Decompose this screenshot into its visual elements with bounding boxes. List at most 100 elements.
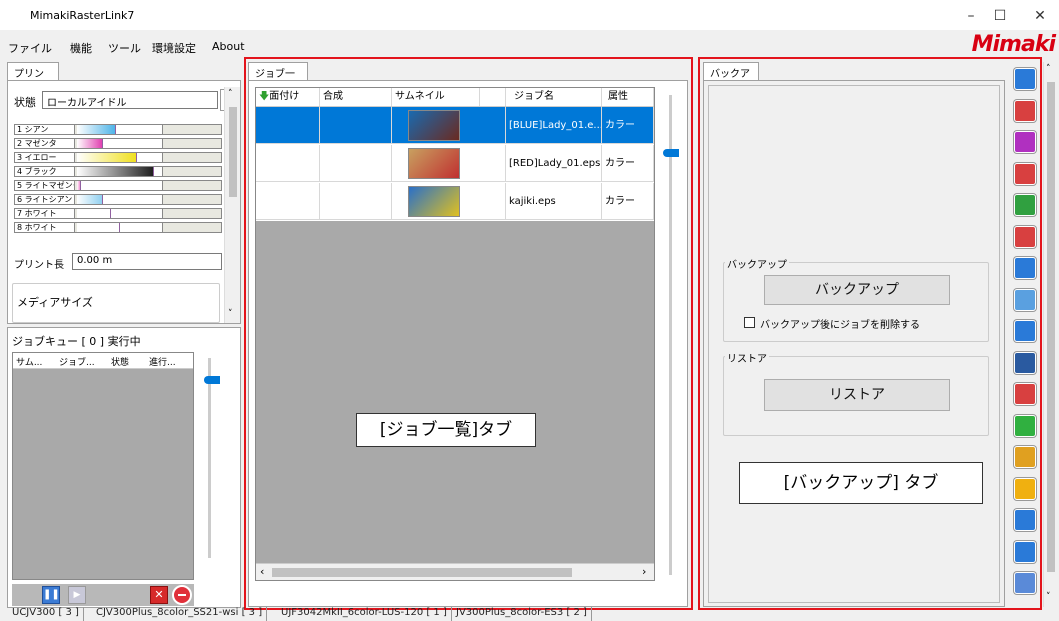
zoom-slider-handle[interactable] bbox=[663, 149, 679, 157]
job-row[interactable]: kajiki.eps カラー bbox=[256, 183, 654, 220]
pause-icon[interactable]: ❚❚ bbox=[42, 586, 60, 604]
duplicate-icon[interactable] bbox=[1014, 509, 1036, 531]
scroll-left-icon[interactable]: ‹ bbox=[260, 565, 264, 578]
ink-level-bar bbox=[77, 209, 163, 218]
job-row[interactable]: [BLUE]Lady_01.e... カラー bbox=[256, 107, 654, 144]
ink-level-fill bbox=[77, 181, 81, 190]
play-icon[interactable]: ▶ bbox=[68, 586, 86, 604]
ink-list: 1 シアン 2 マゼンタ 3 イエロー 4 ブラック 5 ライトマゼンタ 6 ライトシアン… bbox=[14, 124, 222, 254]
ink-row: 6 ライトシアン bbox=[14, 194, 222, 205]
transfer-icon[interactable] bbox=[1014, 540, 1036, 563]
printer-scrollbar[interactable]: ˄ ˅ bbox=[224, 87, 240, 323]
menu-function[interactable]: 機能 bbox=[70, 40, 92, 56]
printer-tab[interactable]: CJV300Plus_8color_SS21-wsi [ 3 ] bbox=[92, 607, 268, 621]
job-thumbnail bbox=[408, 148, 460, 179]
menu-settings[interactable]: 環境設定 bbox=[152, 40, 196, 56]
scroll-right-icon[interactable]: › bbox=[642, 565, 646, 578]
job-queue-panel: ジョブキュー [ 0 ] 実行中 サム... ジョブ... 状態 進行... ❚… bbox=[7, 327, 241, 608]
queue-toolbar: ❚❚ ▶ ✕ bbox=[12, 584, 194, 606]
job-rows: [BLUE]Lady_01.e... カラー [RED]Lady_01.eps カラー… bbox=[256, 107, 654, 221]
col-thumbnail[interactable]: サムネイル bbox=[392, 88, 480, 106]
col-attribute[interactable]: 属性 bbox=[602, 88, 654, 106]
queue-col-thumb[interactable]: サム... bbox=[16, 355, 42, 368]
scroll-thumb[interactable] bbox=[229, 107, 237, 197]
favorite-icon[interactable] bbox=[1014, 477, 1036, 500]
zoom-slider-track bbox=[669, 95, 672, 575]
tab-job-list[interactable]: ジョブ一覧 bbox=[248, 62, 308, 95]
job-attribute: カラー bbox=[602, 107, 654, 144]
menu-about[interactable]: About bbox=[212, 40, 245, 53]
minimize-button[interactable]: – bbox=[956, 6, 986, 26]
ink-row: 1 シアン bbox=[14, 124, 222, 135]
tab-printer[interactable]: プリンタ bbox=[7, 62, 59, 95]
printer-tab[interactable]: UJF3042MkII_6color-LUS-120 [ 1 ] bbox=[277, 607, 452, 621]
queue-icon[interactable] bbox=[1014, 131, 1036, 153]
backup-button[interactable]: バックアップ bbox=[764, 275, 950, 305]
job-attribute: カラー bbox=[602, 145, 654, 182]
delete-after-backup-label: バックアップ後にジョブを削除する bbox=[760, 320, 920, 331]
frame-icon[interactable] bbox=[1014, 194, 1036, 216]
sidebar-scrollbar[interactable]: ˄ ˅ bbox=[1043, 62, 1057, 607]
trash-icon[interactable] bbox=[1014, 572, 1036, 594]
job-row[interactable]: [RED]Lady_01.eps カラー bbox=[256, 145, 654, 182]
color-icon[interactable] bbox=[1014, 446, 1036, 468]
hscroll-thumb[interactable] bbox=[272, 568, 572, 577]
queue-col-progress[interactable]: 進行... bbox=[149, 355, 176, 368]
scroll-down-icon[interactable]: ˅ bbox=[228, 309, 233, 319]
recycle-icon[interactable] bbox=[1014, 414, 1036, 437]
info-icon[interactable] bbox=[1014, 68, 1036, 90]
job-grid[interactable]: 🡇面付け 合成 サムネイル ジョブ名 属性 [BLUE]Lady_01.e...… bbox=[255, 87, 655, 581]
ink-level-bar bbox=[77, 153, 163, 162]
menu-tools[interactable]: ツール bbox=[108, 40, 141, 56]
layout-icon[interactable] bbox=[1014, 162, 1036, 185]
delete-after-backup-checkbox[interactable] bbox=[744, 317, 755, 328]
sidebar-scroll-thumb[interactable] bbox=[1047, 82, 1055, 572]
close-button[interactable]: ✕ bbox=[1025, 6, 1055, 26]
job-thumbnail bbox=[408, 186, 460, 217]
cancel-job-icon[interactable]: ✕ bbox=[150, 586, 168, 604]
col-imposition[interactable]: 🡇面付け bbox=[256, 88, 320, 106]
ink-level-fill bbox=[77, 125, 116, 134]
go-icon[interactable] bbox=[1014, 320, 1036, 342]
ink-label: 8 ホワイト bbox=[15, 223, 75, 232]
star-job-icon[interactable] bbox=[1014, 351, 1036, 374]
print-icon[interactable] bbox=[1014, 225, 1036, 248]
ink-row: 3 イエロー bbox=[14, 152, 222, 163]
tab-backup[interactable]: バックアップ bbox=[703, 62, 759, 95]
ink-level-fill bbox=[77, 167, 154, 176]
ink-row: 2 マゼンタ bbox=[14, 138, 222, 149]
col-composite[interactable]: 合成 bbox=[320, 88, 392, 106]
queue-col-status[interactable]: 状態 bbox=[111, 355, 129, 368]
job-queue-list[interactable]: サム... ジョブ... 状態 進行... bbox=[12, 352, 194, 580]
ink-level-fill bbox=[77, 153, 137, 162]
backup-group-label: バックアップ bbox=[725, 256, 789, 271]
job-name: [RED]Lady_01.eps bbox=[506, 145, 602, 182]
maximize-button[interactable]: ☐ bbox=[985, 6, 1015, 26]
restore-group: リストア bbox=[723, 356, 989, 436]
sidebar-scroll-up-icon[interactable]: ˄ bbox=[1046, 64, 1051, 74]
printer-tab[interactable]: JV300Plus_8color-ES3 [ 2 ] bbox=[452, 607, 592, 621]
job-thumbnail bbox=[408, 110, 460, 141]
copy-icon[interactable] bbox=[1014, 288, 1036, 311]
scroll-up-icon[interactable]: ˄ bbox=[228, 89, 233, 99]
grid-icon[interactable] bbox=[1014, 257, 1036, 279]
settings-icon[interactable] bbox=[1014, 99, 1036, 122]
restore-button[interactable]: リストア bbox=[764, 379, 950, 411]
printer-tab[interactable]: UCJV300 [ 3 ] bbox=[8, 607, 84, 621]
job-cell bbox=[320, 145, 392, 182]
queue-col-job[interactable]: ジョブ... bbox=[59, 355, 95, 368]
ink-row: 5 ライトマゼンタ bbox=[14, 180, 222, 191]
job-grid-hscrollbar[interactable]: ‹ › bbox=[256, 563, 654, 580]
sidebar-scroll-down-icon[interactable]: ˅ bbox=[1046, 592, 1051, 602]
status-label: 状態 bbox=[14, 96, 36, 109]
menu-file[interactable]: ファイル bbox=[8, 40, 52, 56]
queue-slider-handle[interactable] bbox=[204, 376, 220, 384]
col-job-name[interactable]: ジョブ名 bbox=[506, 88, 602, 106]
job-list-annotation: [ジョブ一覧]タブ bbox=[356, 413, 536, 447]
ink-row: 8 ホワイト bbox=[14, 222, 222, 233]
stop-icon[interactable] bbox=[172, 585, 192, 605]
ink-row: 4 ブラック bbox=[14, 166, 222, 177]
profile-icon[interactable] bbox=[1014, 383, 1036, 405]
ink-label: 3 イエロー bbox=[15, 153, 75, 162]
brand-logo: Mimaki bbox=[971, 32, 1056, 57]
